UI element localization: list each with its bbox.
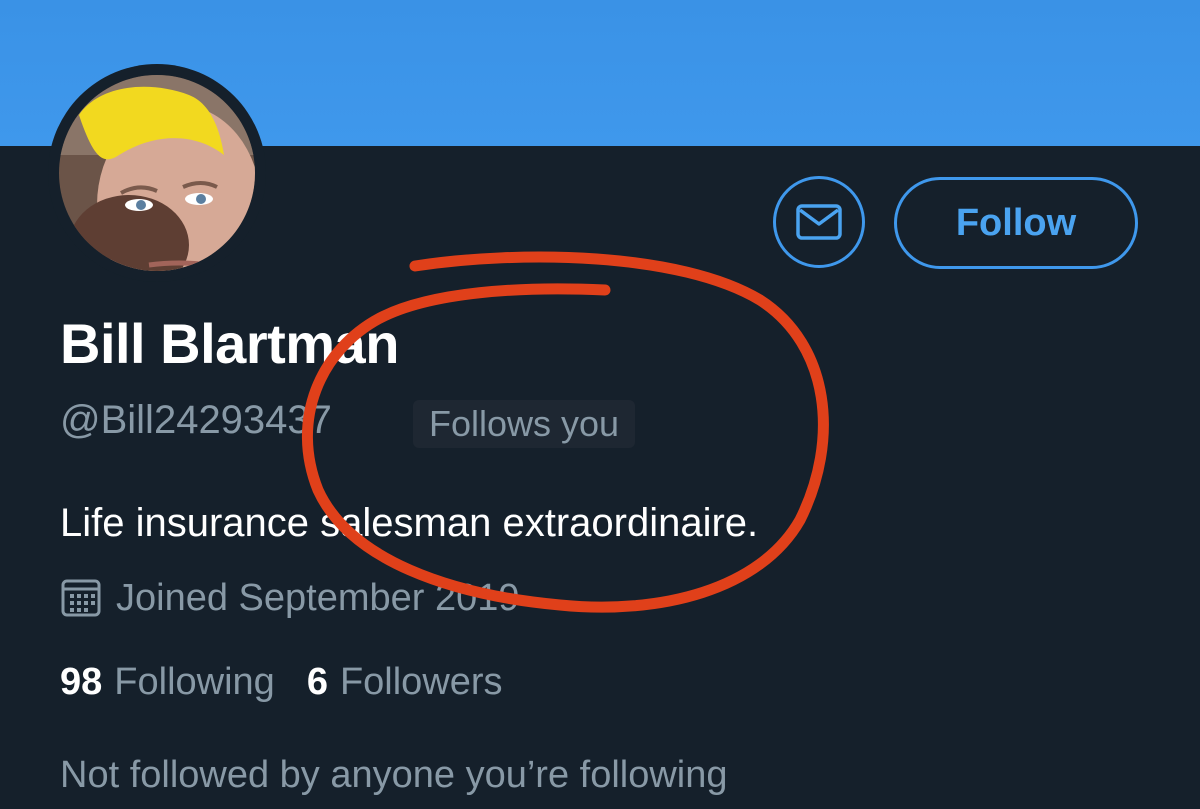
follow-stats: 98 Following 6 Followers (60, 658, 535, 706)
follows-you-badge: Follows you (413, 400, 636, 448)
joined-date: Joined September 2019 (60, 574, 520, 622)
profile-page: Follow Bill Blartman @Bill24293437 Follo… (0, 0, 1200, 809)
following-label: Following (114, 661, 275, 703)
followers-label: Followers (339, 661, 503, 703)
avatar-photo (59, 75, 255, 271)
followers-count: 6 (306, 661, 328, 703)
following-stat[interactable]: 98 Following (60, 658, 275, 706)
mutual-followers-note: Not followed by anyone you’re following (60, 754, 728, 796)
envelope-icon (796, 204, 842, 240)
following-count: 98 (60, 661, 103, 703)
followers-stat[interactable]: 6 Followers (307, 658, 503, 706)
joined-text: Joined September 2019 (116, 576, 520, 619)
avatar-image (59, 75, 255, 271)
avatar[interactable] (48, 64, 266, 282)
follow-button[interactable]: Follow (894, 177, 1138, 269)
profile-bio: Life insurance salesman extraordinaire. (60, 501, 759, 545)
display-name: Bill Blartman (60, 312, 399, 375)
username-handle: @Bill24293437 (60, 398, 332, 442)
message-button[interactable] (773, 176, 865, 268)
calendar-icon (60, 577, 102, 619)
